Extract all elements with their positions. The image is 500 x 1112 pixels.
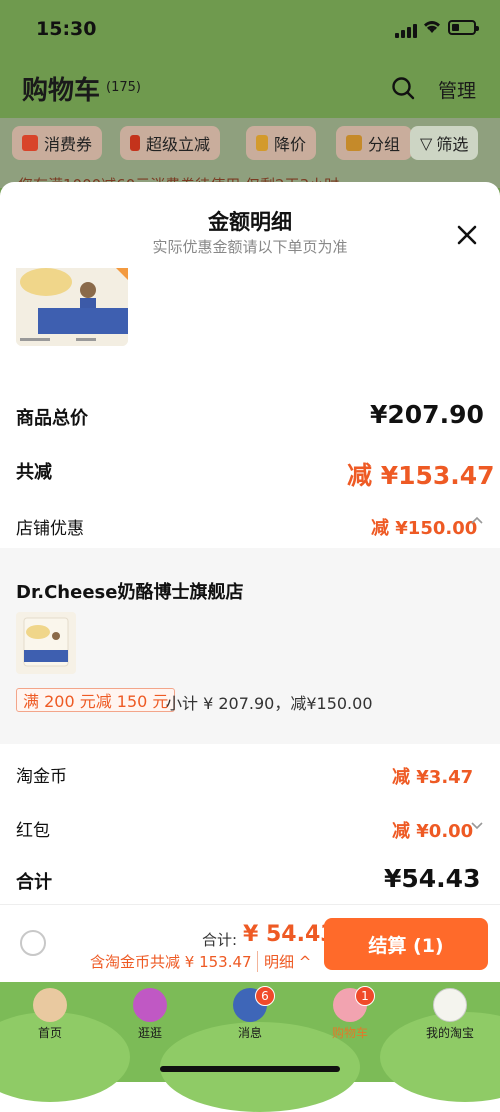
wifi-icon xyxy=(422,18,442,39)
total-discount-label: 共减 xyxy=(16,462,52,483)
browse-icon xyxy=(133,988,167,1022)
product-thumbnail[interactable] xyxy=(16,268,128,346)
tab-home[interactable]: 首页 xyxy=(10,984,90,1044)
hongbao-label: 红包 xyxy=(16,821,50,841)
taojinbi-label: 淘金币 xyxy=(16,767,67,787)
tab-cart[interactable]: 购物车 xyxy=(310,984,390,1044)
tab-my-taobao[interactable]: 我的淘宝 xyxy=(410,984,490,1044)
cart-badge: 1 xyxy=(355,986,375,1006)
tab-browse[interactable]: 逛逛 xyxy=(110,984,190,1044)
tab-messages[interactable]: 消息 xyxy=(210,984,290,1044)
battery-icon xyxy=(448,20,479,35)
page-title: 购物车 xyxy=(22,76,101,106)
goods-total-value: ¥207.90 xyxy=(370,400,484,429)
price-drop-icon xyxy=(256,135,268,151)
shop-name[interactable]: Dr.Cheese奶酪博士旗舰店 xyxy=(16,578,243,604)
status-bar: 15:30 xyxy=(0,0,500,60)
search-icon[interactable] xyxy=(391,76,415,100)
chip-filter[interactable]: ▽ 筛选 xyxy=(410,126,479,160)
coin-discount-note: 含淘金币共减 ¥ 153.47 xyxy=(90,953,252,971)
total-discount-value: 减 ¥153.47 xyxy=(347,461,495,490)
messages-badge: 6 xyxy=(255,986,275,1006)
chip-coupon[interactable]: 消费券 xyxy=(12,126,103,160)
status-time: 15:30 xyxy=(36,18,97,40)
chip-price-drop[interactable]: 降价 xyxy=(246,126,317,160)
signal-icon xyxy=(395,24,417,38)
filter-icon: ▽ xyxy=(420,133,433,153)
total-label: 合计 xyxy=(16,872,52,893)
close-icon[interactable] xyxy=(452,220,482,250)
chevron-up-icon: ^ xyxy=(298,953,312,971)
chevron-down-icon[interactable] xyxy=(468,816,486,838)
goods-total-label: 商品总价 xyxy=(16,408,88,429)
total-value: ¥54.43 xyxy=(384,864,481,893)
chip-group[interactable]: 分组 xyxy=(336,126,412,160)
select-all-radio[interactable] xyxy=(20,930,46,956)
checkout-button[interactable]: 结算 (1) xyxy=(324,918,488,970)
manage-button[interactable]: 管理 xyxy=(438,76,476,103)
home-indicator xyxy=(160,1066,340,1072)
arrow-down-icon xyxy=(130,135,140,151)
promo-tag: 满 200 元减 150 元 xyxy=(16,688,176,712)
taojinbi-value: 减 ¥3.47 xyxy=(392,767,474,788)
hongbao-value: 减 ¥0.00 xyxy=(392,821,474,842)
chevron-up-icon[interactable] xyxy=(468,512,486,534)
footer-total-value: ¥ 54.43 xyxy=(243,922,336,947)
shop-product-thumbnail[interactable] xyxy=(16,612,76,674)
home-icon xyxy=(33,988,67,1022)
chip-super-discount[interactable]: 超级立减 xyxy=(120,126,221,160)
footer-total-label: 合计: xyxy=(202,931,238,949)
divider xyxy=(0,904,500,905)
folder-icon xyxy=(346,135,362,151)
cart-count: (175) xyxy=(106,80,141,95)
shop-discount-label: 店铺优惠 xyxy=(16,519,84,539)
shop-subtotal: 小计 ¥ 207.90，减¥150.00 xyxy=(166,694,373,713)
profile-icon xyxy=(433,988,467,1022)
coupon-icon xyxy=(22,135,38,151)
detail-link[interactable]: 明细 ^ xyxy=(257,951,311,972)
sheet-title: 金额明细 xyxy=(208,210,292,234)
shop-discount-value: 减 ¥150.00 xyxy=(371,518,478,539)
sheet-subtitle: 实际优惠金额请以下单页为准 xyxy=(152,238,348,256)
